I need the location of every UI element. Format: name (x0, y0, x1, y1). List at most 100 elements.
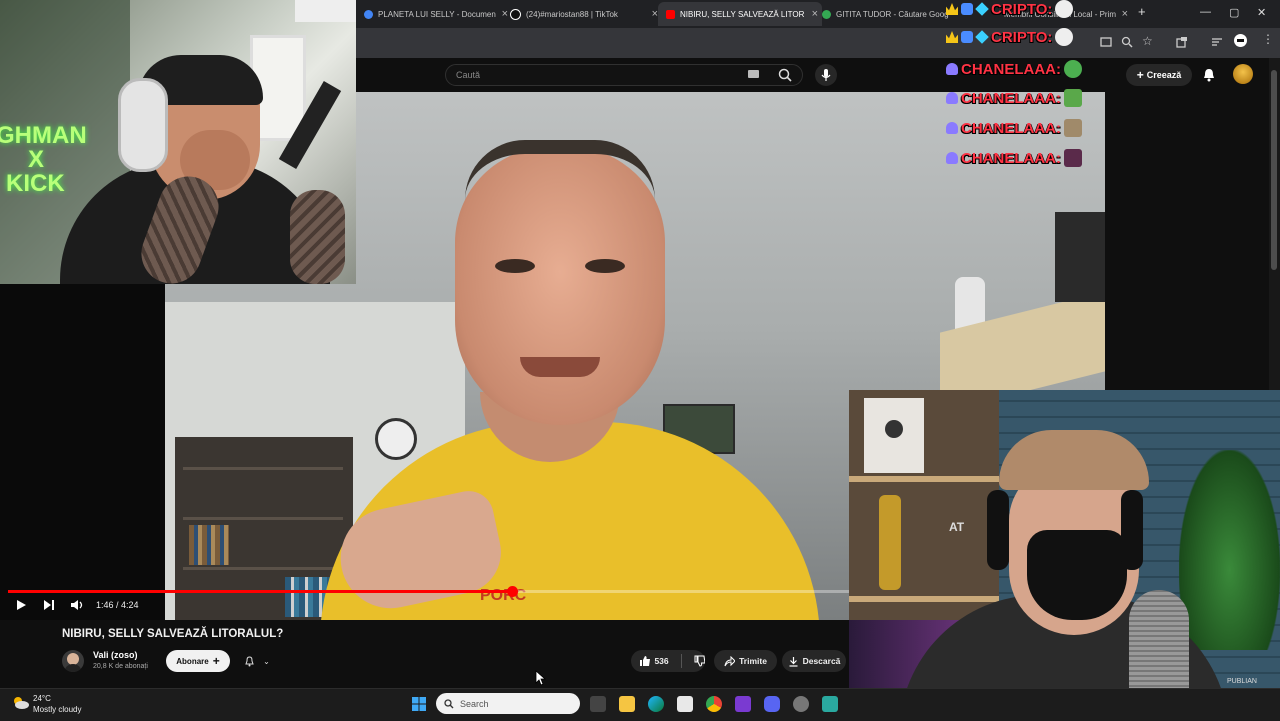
bookmark-star-icon[interactable]: ☆ (1142, 34, 1153, 48)
keyboard-icon[interactable] (748, 70, 759, 78)
crown-icon (946, 3, 958, 15)
time-display: 1:46 / 4:24 (96, 600, 139, 610)
notification-bell-icon[interactable] (1200, 66, 1218, 84)
channel-avatar[interactable] (62, 650, 84, 672)
plant (1179, 450, 1280, 650)
taskbar (0, 688, 1280, 721)
tattooed-arm (290, 190, 345, 284)
crown-icon (946, 31, 958, 43)
scrollbar-thumb[interactable] (1271, 70, 1277, 270)
discord-icon[interactable] (764, 696, 780, 712)
weather-temperature[interactable]: 24°C (33, 694, 51, 703)
app-icon[interactable] (822, 696, 838, 712)
pepe-emote-icon (1064, 60, 1082, 78)
browser-tab-0[interactable]: PLANETA LUI SELLY - Documen × (356, 2, 512, 26)
mouth (520, 357, 600, 377)
taskbar-search[interactable]: Search (436, 693, 580, 714)
browser-tab-1[interactable]: (24)#mariostan88 | TikTok × (504, 2, 662, 26)
profile-icon[interactable] (1234, 34, 1247, 47)
close-window-icon[interactable]: ✕ (1257, 6, 1266, 19)
settings-icon[interactable] (793, 696, 809, 712)
extensions-icon[interactable] (1176, 36, 1188, 48)
microphone-icon[interactable] (815, 64, 837, 86)
eye-emblem (885, 420, 903, 438)
create-button[interactable]: + Creează (1126, 64, 1192, 86)
edge-icon[interactable] (648, 696, 664, 712)
minimize-icon[interactable]: — (1200, 6, 1211, 18)
emote-icon (1055, 0, 1074, 18)
like-count[interactable]: 536 (654, 656, 668, 666)
chat-message: CHANELAAA: (946, 117, 1082, 139)
media-icon[interactable] (1211, 36, 1223, 48)
share-icon (724, 655, 736, 666)
progress-scrubber[interactable] (507, 586, 518, 597)
diamond-icon (975, 30, 989, 44)
tiktok-icon (510, 8, 521, 20)
windows-start-icon[interactable] (411, 696, 427, 712)
chat-username: CRIPTO: (991, 0, 1053, 18)
tab-label: GITITA TUDOR - Căutare Goog (836, 9, 949, 19)
diamond-icon (975, 2, 989, 16)
speaker (1055, 212, 1105, 302)
tab-label: PLANETA LUI SELLY - Documen (378, 9, 496, 19)
bot-icon (961, 3, 973, 15)
install-icon[interactable] (1100, 36, 1112, 48)
new-tab-button[interactable]: + (1138, 4, 1146, 19)
gold-statue (879, 495, 901, 590)
docs-icon (364, 9, 373, 19)
headphones (118, 78, 168, 172)
mouse-cursor-icon (535, 670, 547, 686)
chat-message: CRIPTO: (946, 0, 1074, 20)
share-button[interactable]: Trimite (714, 650, 777, 672)
app-icon[interactable] (735, 696, 751, 712)
play-icon[interactable] (14, 598, 28, 612)
shark-icon (946, 122, 958, 134)
page-side-area (1105, 92, 1269, 390)
shark-icon (946, 63, 958, 75)
face-mask (1027, 530, 1127, 620)
next-icon[interactable] (42, 598, 56, 612)
emote-icon (1064, 89, 1082, 107)
chat-username: CRIPTO: (991, 28, 1053, 46)
file-explorer-icon[interactable] (619, 696, 635, 712)
headphone-cup (987, 490, 1009, 570)
task-view-icon[interactable] (590, 696, 606, 712)
browser-tab-2[interactable]: NIBIRU, SELLY SALVEAZĂ LITOR × (658, 2, 822, 26)
progress-fill (8, 590, 512, 593)
weather-description[interactable]: Mostly cloudy (33, 705, 81, 714)
neon-sign-text: KICK (6, 170, 65, 197)
divider (680, 654, 682, 668)
zoom-icon[interactable] (1121, 36, 1133, 48)
search-icon[interactable] (770, 64, 803, 86)
chat-message: CHANELAAA: (946, 58, 1082, 80)
notification-toggle[interactable]: ⌄ (236, 650, 278, 672)
user-avatar[interactable] (1233, 64, 1253, 84)
subscriber-count: 20,8 K de abonați (93, 663, 148, 670)
volume-icon[interactable] (70, 598, 84, 612)
weather-cloud-icon[interactable] (11, 694, 31, 710)
chat-message: CHANELAAA: (946, 147, 1082, 169)
guest-webcam: AT PUBLIAN (849, 390, 1280, 720)
video-title: NIBIRU, SELLY SALVEAZĂ LITORALUL? (62, 628, 284, 640)
wall-clock (375, 418, 417, 460)
download-button[interactable]: Descarcă (782, 650, 846, 672)
maximize-icon[interactable]: ▢ (1229, 6, 1239, 19)
plus-icon: + (1136, 68, 1144, 82)
cap (999, 430, 1149, 490)
watermark: PUBLIAN (1227, 678, 1257, 685)
plus-icon: + (212, 654, 220, 668)
subscribe-button[interactable]: Abonare + (166, 650, 230, 672)
menu-icon[interactable]: ⋮ (1262, 32, 1274, 46)
share-label: Trimite (739, 656, 767, 666)
left-eye (495, 259, 535, 273)
chrome-icon[interactable] (706, 696, 722, 712)
like-icon[interactable] (639, 655, 650, 667)
air-conditioner (295, 0, 356, 22)
download-label: Descarcă (802, 656, 841, 666)
poster-text: AT (949, 520, 965, 534)
dislike-icon[interactable] (694, 655, 706, 667)
store-icon[interactable] (677, 696, 693, 712)
channel-name[interactable]: Vali (zoso) (93, 650, 138, 660)
close-icon[interactable]: × (1122, 8, 1128, 20)
browser-tab-3[interactable]: GITITA TUDOR - Căutare Goog (816, 2, 958, 26)
